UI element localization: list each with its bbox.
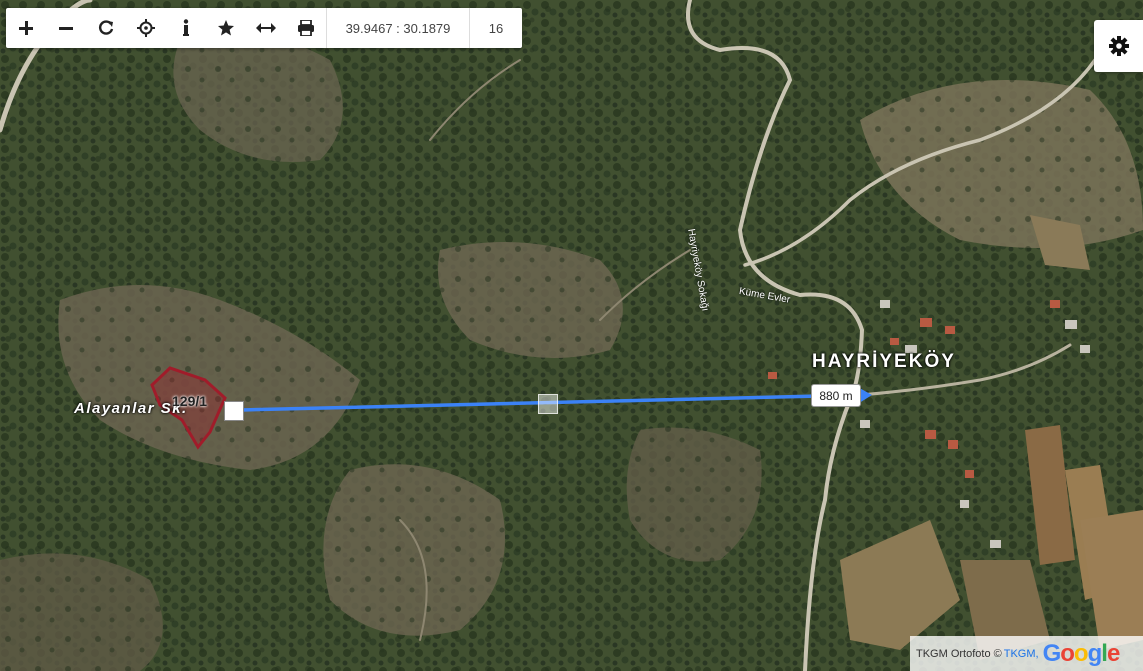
zoom-level-display: 16	[469, 8, 522, 48]
favorite-button[interactable]	[206, 8, 246, 48]
street-label: Alayanlar Sk.	[74, 400, 188, 417]
measure-button[interactable]	[246, 8, 286, 48]
distance-label: 880 m	[811, 384, 861, 407]
map-attribution: TKGM Ortofoto © TKGM, Google	[910, 636, 1143, 671]
star-icon	[218, 20, 234, 36]
village-label: HAYRİYEKÖY	[812, 351, 956, 372]
satellite-imagery	[0, 0, 1143, 671]
map-toolbar: 39.9467 : 30.1879 16	[6, 8, 522, 48]
info-button[interactable]	[166, 8, 206, 48]
coordinates-display: 39.9467 : 30.1879	[326, 8, 469, 48]
settings-button[interactable]	[1094, 20, 1143, 72]
refresh-icon	[99, 20, 114, 35]
parcel-label: 129/1	[172, 393, 208, 409]
measure-start-handle[interactable]	[224, 401, 244, 421]
crosshair-icon	[137, 19, 155, 37]
print-button[interactable]	[286, 8, 326, 48]
google-logo: Google	[1042, 639, 1121, 667]
plus-icon	[19, 21, 33, 35]
arrows-horizontal-icon	[256, 23, 276, 33]
map-view[interactable]: HAYRİYEKÖY Alayanlar Sk. 129/1 Hayriyekö…	[0, 0, 1143, 671]
printer-icon	[298, 20, 314, 36]
locate-button[interactable]	[126, 8, 166, 48]
measure-midpoint-handle[interactable]	[538, 394, 558, 414]
zoom-out-button[interactable]	[46, 8, 86, 48]
minus-icon	[59, 27, 73, 30]
tkgm-link[interactable]: TKGM,	[1004, 648, 1039, 660]
refresh-button[interactable]	[86, 8, 126, 48]
info-icon	[183, 19, 189, 36]
gear-icon	[1108, 36, 1129, 56]
attribution-source: TKGM Ortofoto ©	[916, 647, 1002, 660]
zoom-in-button[interactable]	[6, 8, 46, 48]
